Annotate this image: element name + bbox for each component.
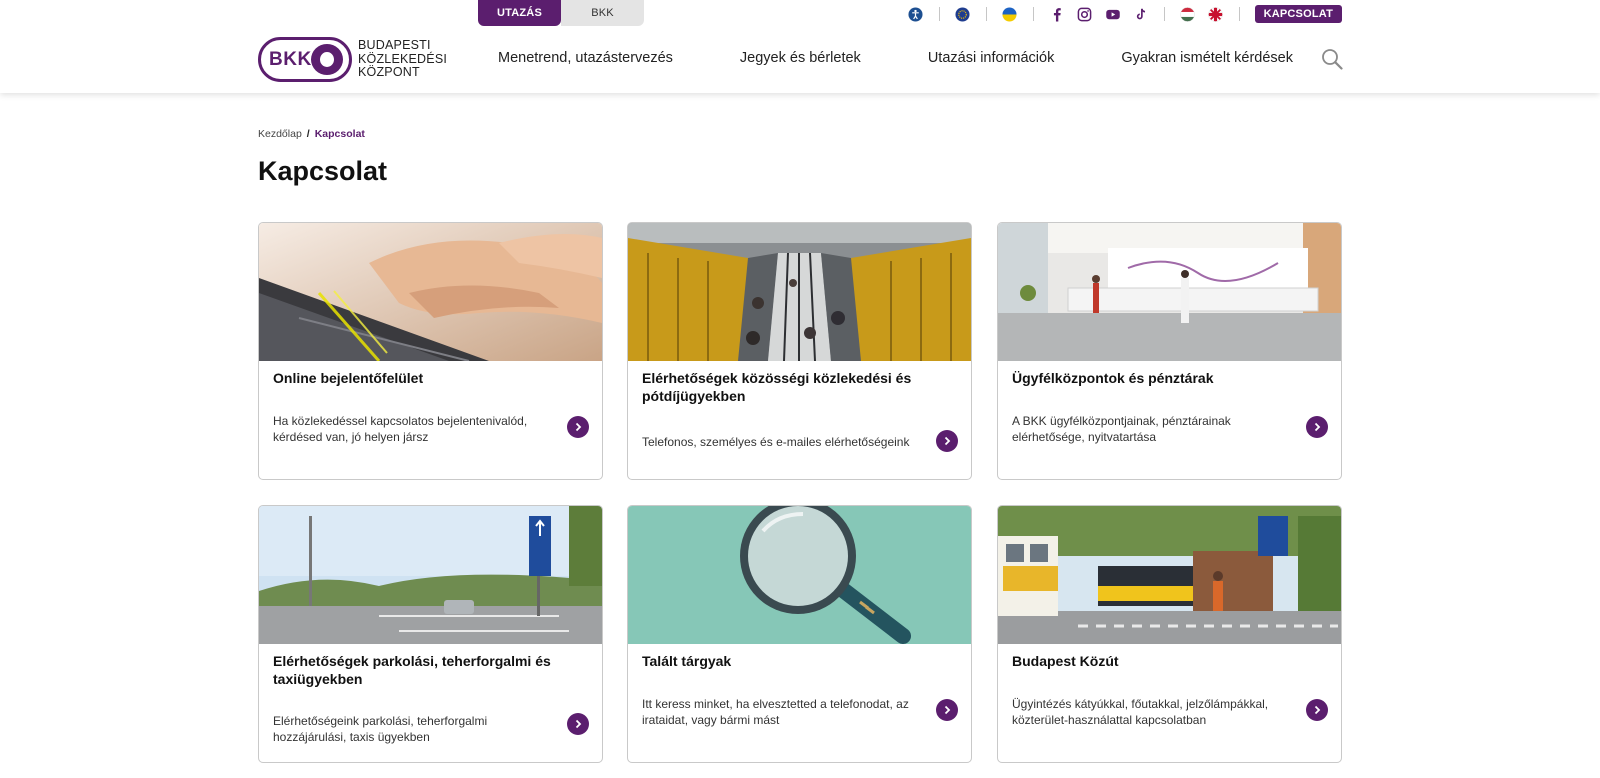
- card-image-parking-lot: [259, 506, 602, 644]
- divider: [985, 7, 987, 21]
- chevron-right-icon[interactable]: [567, 713, 589, 735]
- logo-line-1: BUDAPESTI: [358, 38, 431, 53]
- card-title: Talált tárgyak: [642, 653, 732, 669]
- card-title: Elérhetőségek parkolási, teherforgalmi é…: [273, 653, 551, 687]
- card-online-bejelento[interactable]: Online bejelentőfelület Ha közlekedéssel…: [258, 222, 603, 480]
- card-description: A BKK ügyfélközpontjainak, pénztárainak …: [1012, 414, 1231, 444]
- divider: [938, 7, 940, 21]
- main-nav: Menetrend, utazástervezés Jegyek és bérl…: [498, 50, 1293, 66]
- card-title: Online bejelentőfelület: [273, 370, 424, 386]
- card-image-street-works: [998, 506, 1341, 644]
- page-title: Kapcsolat: [258, 156, 388, 186]
- ukraine-flag-icon[interactable]: [1002, 6, 1018, 22]
- nav-item-menetrend[interactable]: Menetrend, utazástervezés: [498, 50, 673, 66]
- breadcrumb-home[interactable]: Kezdőlap: [258, 128, 302, 140]
- chevron-right-icon[interactable]: [1306, 699, 1328, 721]
- breadcrumb-current: Kapcsolat: [314, 128, 365, 140]
- accessibility-icon[interactable]: [908, 6, 924, 22]
- divider: [1163, 7, 1165, 21]
- card-budapest-kozut[interactable]: Budapest Közút Ügyintézés kátyúkkal, főu…: [997, 505, 1342, 763]
- bkk-logo-mark: BKK: [258, 37, 352, 82]
- card-description: Ha közlekedéssel kapcsolatos bejelenteni…: [273, 414, 528, 444]
- card-elerhetosegek-kozossegi[interactable]: Elérhetőségek közösségi közlekedési és p…: [627, 222, 972, 480]
- card-description: Elérhetőségeink parkolási, teherforgalmi…: [273, 714, 488, 744]
- chevron-right-icon[interactable]: [567, 416, 589, 438]
- tiktok-icon[interactable]: [1133, 6, 1149, 22]
- chevron-right-icon[interactable]: [936, 430, 958, 452]
- card-image-escalator: [628, 223, 971, 361]
- eu-icon[interactable]: [955, 6, 971, 22]
- hungarian-flag-icon[interactable]: [1180, 6, 1196, 22]
- utility-bar: KAPCSOLAT: [908, 4, 1342, 24]
- nav-item-jegyek[interactable]: Jegyek és bérletek: [740, 50, 861, 66]
- card-description: Telefonos, személyes és e-mailes elérhet…: [642, 435, 910, 449]
- breadcrumb-separator: /: [306, 128, 310, 140]
- breadcrumb: Kezdőlap / Kapcsolat: [258, 128, 365, 140]
- logo-line-3: KÖZPONT: [358, 65, 420, 80]
- card-title: Elérhetőségek közösségi közlekedési és p…: [642, 370, 912, 404]
- card-image-customer-center: [998, 223, 1341, 361]
- card-parkolasi[interactable]: Elérhetőségek parkolási, teherforgalmi é…: [258, 505, 603, 763]
- card-image-laptop: [259, 223, 602, 361]
- card-title: Ügyfélközpontok és pénztárak: [1012, 370, 1214, 386]
- english-flag-icon[interactable]: [1208, 6, 1224, 22]
- card-image-magnifier: [628, 506, 971, 644]
- facebook-icon[interactable]: [1049, 6, 1065, 22]
- site-header: UTAZÁS BKK KAPCSOLAT BKK BUDAPESTI KÖZLE…: [0, 0, 1600, 93]
- card-description: Ügyintézés kátyúkkal, főutakkal, jelzőlá…: [1012, 697, 1269, 727]
- tab-bkk[interactable]: BKK: [561, 0, 644, 26]
- instagram-icon[interactable]: [1077, 6, 1093, 22]
- card-description: Itt keress minket, ha elvesztetted a tel…: [642, 697, 909, 727]
- nav-item-gyik[interactable]: Gyakran ismételt kérdések: [1121, 50, 1293, 66]
- logo-line-2: KÖZLEKEDÉSI: [358, 51, 448, 66]
- chevron-right-icon[interactable]: [1306, 416, 1328, 438]
- divider: [1238, 7, 1240, 21]
- site-toggle: UTAZÁS BKK: [478, 0, 645, 26]
- card-ugyfelkozpontok[interactable]: Ügyfélközpontok és pénztárak A BKK ügyfé…: [997, 222, 1342, 480]
- card-talalt-targyak[interactable]: Talált tárgyak Itt keress minket, ha elv…: [627, 505, 972, 763]
- youtube-icon[interactable]: [1105, 6, 1121, 22]
- logo-mark-text: BKK: [269, 49, 312, 70]
- tab-utazas[interactable]: UTAZÁS: [478, 0, 561, 26]
- chevron-right-icon[interactable]: [936, 699, 958, 721]
- card-title: Budapest Közút: [1012, 653, 1119, 669]
- divider: [1032, 7, 1034, 21]
- nav-item-utazasi-informaciok[interactable]: Utazási információk: [928, 50, 1055, 66]
- logo-text: BUDAPESTI KÖZLEKEDÉSI KÖZPONT: [358, 39, 447, 80]
- search-icon[interactable]: [1321, 48, 1343, 70]
- contact-button[interactable]: KAPCSOLAT: [1254, 5, 1342, 23]
- bkk-logo[interactable]: BKK BUDAPESTI KÖZLEKEDÉSI KÖZPONT: [258, 37, 447, 82]
